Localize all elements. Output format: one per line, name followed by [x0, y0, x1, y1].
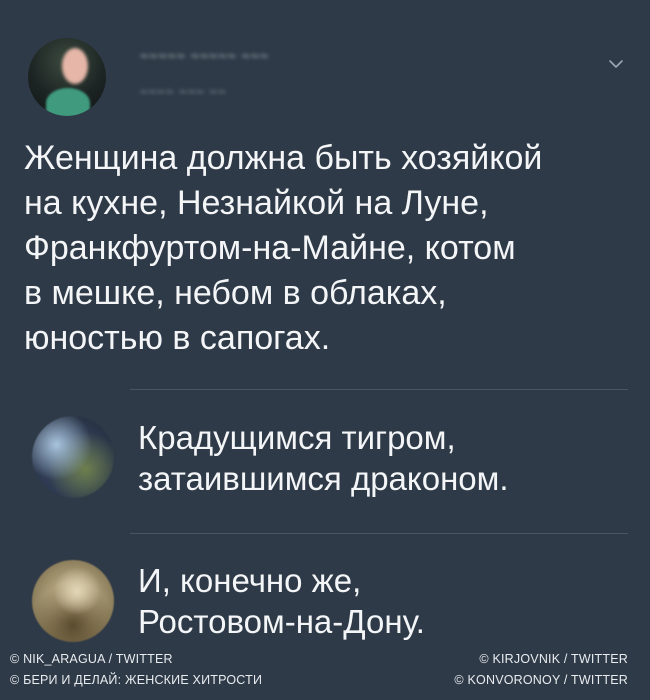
credit-line: © NIK_ARAGUA / TWITTER [10, 652, 173, 666]
tweet-text-line: Женщина должна быть хозяйкой [24, 139, 543, 177]
tweet-text-line: Франкфуртом-на-Майне, котом [24, 229, 516, 267]
author-handle-blurred[interactable]: ~~~~ ~~~ ~~ [140, 84, 227, 99]
reply-text: Крадущимся тигром, затаившимся драконом. [138, 417, 618, 499]
tweet-text-line: в мешке, небом в облаках, [24, 274, 447, 312]
divider [130, 533, 628, 534]
reply-avatar[interactable] [32, 416, 114, 498]
credits-left: © NIK_ARAGUA / TWITTER © БЕРИ И ДЕЛАЙ: Ж… [10, 649, 262, 691]
avatar-shoulder-shape [46, 88, 90, 116]
reply-text-line: Крадущимся тигром, [138, 419, 456, 456]
divider [130, 389, 628, 390]
tweet-text-line: на кухне, Незнайкой на Луне, [24, 184, 489, 222]
credit-line: © БЕРИ И ДЕЛАЙ: ЖЕНСКИЕ ХИТРОСТИ [10, 673, 263, 687]
reply-text-line: затаившимся драконом. [138, 460, 509, 497]
main-tweet: ~~~~~ ~~~~~ ~~~ ~~~~ ~~~ ~~ Женщина долж… [0, 0, 650, 390]
reply-text: И, конечно же, Ростовом-на-Дону. [138, 560, 618, 642]
chevron-down-icon[interactable] [608, 56, 624, 72]
reply-avatar[interactable] [32, 560, 114, 642]
author-avatar[interactable] [28, 38, 106, 116]
credit-line: © KONVORONOY / TWITTER [454, 673, 628, 687]
reply-text-line: Ростовом-на-Дону. [138, 603, 425, 640]
tweet-text: Женщина должна быть хозяйкой на кухне, Н… [24, 136, 624, 361]
avatar-face-shape [62, 48, 88, 84]
author-name-blurred[interactable]: ~~~~~ ~~~~~ ~~~ [140, 48, 269, 64]
credit-line: © KIRJOVNIK / TWITTER [479, 652, 628, 666]
tweet-text-line: юностью в сапогах. [24, 319, 331, 357]
credits-right: © KIRJOVNIK / TWITTER © KONVORONOY / TWI… [454, 649, 628, 691]
reply-text-line: И, конечно же, [138, 562, 362, 599]
